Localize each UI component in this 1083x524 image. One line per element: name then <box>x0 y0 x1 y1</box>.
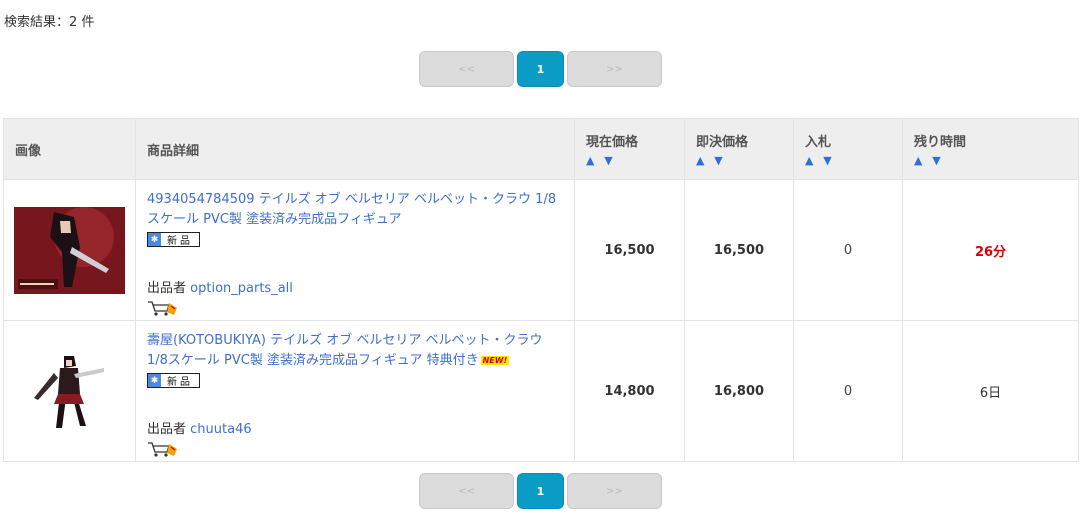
remaining-time: 6日 <box>902 320 1079 462</box>
condition-badge: ✱ 新品 <box>147 373 200 388</box>
current-page-button[interactable]: 1 <box>517 51 564 87</box>
header-remaining: 残り時間 ▲ ▼ <box>902 118 1079 180</box>
remaining-time: 26分 <box>902 179 1079 321</box>
next-page-button[interactable]: >> <box>567 473 662 509</box>
current-page-button[interactable]: 1 <box>517 473 564 509</box>
sort-arrows-current-price[interactable]: ▲ ▼ <box>586 154 684 167</box>
product-thumbnail[interactable] <box>14 206 125 294</box>
sort-arrows-bids[interactable]: ▲ ▼ <box>805 154 902 167</box>
seller-line: 出品者 option_parts_all <box>147 281 293 296</box>
bid-count: 0 <box>793 320 903 462</box>
detail-cell: 4934054784509 テイルズ オブ ベルセリア ベルベット・クラウ 1/… <box>135 179 575 321</box>
header-current-price: 現在価格 ▲ ▼ <box>574 118 685 180</box>
prev-page-button[interactable]: << <box>419 51 514 87</box>
new-badge: NEW! <box>480 356 510 365</box>
buyout-price: 16,500 <box>684 179 794 321</box>
thumbnail-cell <box>3 320 136 462</box>
buyout-price: 16,800 <box>684 320 794 462</box>
table-header-row: 画像 商品詳細 現在価格 ▲ ▼ 即決価格 ▲ ▼ 入札 ▲ ▼ 残り時間 ▲ … <box>3 118 1079 180</box>
product-title-link[interactable]: 4934054784509 テイルズ オブ ベルセリア ベルベット・クラウ 1/… <box>147 192 556 227</box>
new-condition-icon: ✱ <box>148 374 161 387</box>
seller-line: 出品者 chuuta46 <box>147 422 252 437</box>
results-table: 画像 商品詳細 現在価格 ▲ ▼ 即決価格 ▲ ▼ 入札 ▲ ▼ 残り時間 ▲ … <box>3 118 1079 462</box>
seller-link[interactable]: option_parts_all <box>190 281 293 296</box>
detail-cell: 壽屋(KOTOBUKIYA) テイルズ オブ ベルセリア ベルベット・クラウ 1… <box>135 320 575 462</box>
cart-icon <box>148 301 177 316</box>
pagination-top: << 1 >> <box>419 51 662 87</box>
table-row: 壽屋(KOTOBUKIYA) テイルズ オブ ベルセリア ベルベット・クラウ 1… <box>3 320 1079 462</box>
header-image: 画像 <box>3 118 136 180</box>
cart-icon <box>148 442 177 457</box>
header-detail: 商品詳細 <box>135 118 575 180</box>
seller-link[interactable]: chuuta46 <box>190 422 251 437</box>
current-price: 16,500 <box>574 179 685 321</box>
header-bids: 入札 ▲ ▼ <box>793 118 903 180</box>
header-buyout-price: 即決価格 ▲ ▼ <box>684 118 794 180</box>
condition-badge: ✱ 新品 <box>147 232 200 247</box>
sort-arrows-buyout-price[interactable]: ▲ ▼ <box>696 154 793 167</box>
bid-count: 0 <box>793 179 903 321</box>
product-thumbnail[interactable] <box>14 347 125 435</box>
prev-page-button[interactable]: << <box>419 473 514 509</box>
result-count: 検索結果：2 件 <box>4 15 95 30</box>
thumbnail-cell <box>3 179 136 321</box>
sort-arrows-remaining[interactable]: ▲ ▼ <box>914 154 1078 167</box>
table-row: 4934054784509 テイルズ オブ ベルセリア ベルベット・クラウ 1/… <box>3 179 1079 321</box>
pagination-bottom: << 1 >> <box>419 473 662 509</box>
current-price: 14,800 <box>574 320 685 462</box>
new-condition-icon: ✱ <box>148 233 161 246</box>
next-page-button[interactable]: >> <box>567 51 662 87</box>
